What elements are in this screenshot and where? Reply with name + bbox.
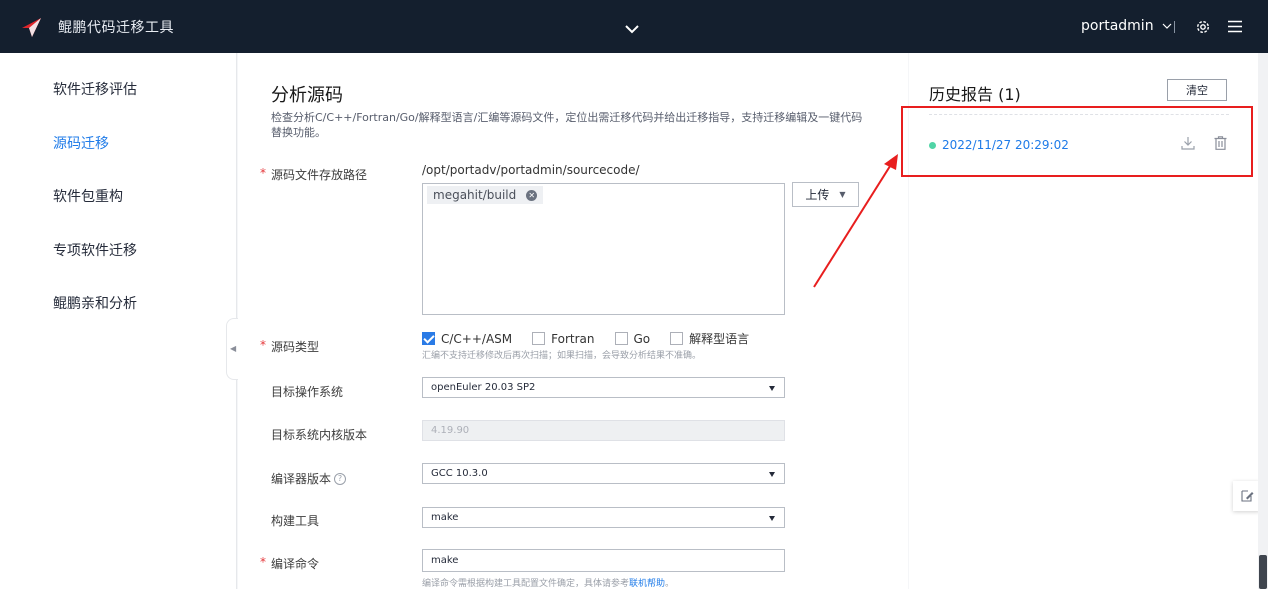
menu-icon[interactable] <box>1228 20 1242 33</box>
checkbox-label: 解释型语言 <box>689 332 750 346</box>
build-cmd-label: 编译命令 <box>271 557 320 571</box>
download-icon[interactable] <box>1181 136 1195 150</box>
build-cmd-input[interactable]: make <box>422 549 785 572</box>
select-value: openEuler 20.03 SP2 <box>431 382 536 393</box>
divider <box>929 114 1229 115</box>
history-panel: 历史报告 (1) 清空 2022/11/27 20:29:02 <box>909 53 1258 589</box>
report-item[interactable]: 2022/11/27 20:29:02 <box>929 138 1069 152</box>
sidebar-item-migration-assessment[interactable]: 软件迁移评估 <box>53 79 137 99</box>
status-dot-icon <box>929 141 936 149</box>
delete-icon[interactable] <box>1214 136 1227 150</box>
divider <box>1174 21 1175 33</box>
username: portadmin <box>1081 18 1154 34</box>
checkbox-interpreted[interactable]: 解释型语言 <box>670 330 749 347</box>
report-timestamp: 2022/11/27 20:29:02 <box>942 138 1069 152</box>
checkbox-go[interactable]: Go <box>614 331 651 346</box>
checkbox-checked-icon <box>422 332 435 345</box>
compiler-label: 编译器版本 ? <box>271 470 347 487</box>
feedback-button[interactable] <box>1233 481 1260 511</box>
user-menu[interactable]: portadmin <box>1081 18 1172 34</box>
source-type-hint: 汇编不支持迁移修改后再次扫描；如果扫描，会导致分析结果不准确。 <box>422 351 702 361</box>
logo-icon <box>22 18 41 37</box>
gear-icon[interactable] <box>1195 19 1211 35</box>
checkbox-fortran[interactable]: Fortran <box>532 331 595 346</box>
target-os-label: 目标操作系统 <box>271 385 344 399</box>
source-path-text: /opt/portadv/portadmin/sourcecode/ <box>422 163 640 177</box>
online-help-link[interactable]: 联机帮助 <box>629 579 665 589</box>
checkbox-label: C/C++/ASM <box>441 331 513 346</box>
clear-button[interactable]: 清空 <box>1167 79 1227 101</box>
checkbox-label: Fortran <box>551 331 595 346</box>
checkbox-unchecked-icon <box>670 332 684 345</box>
chevron-down-icon <box>1162 23 1172 29</box>
required-mark: * <box>260 555 266 569</box>
source-type-label: 源码类型 <box>271 340 320 354</box>
build-tool-label: 构建工具 <box>271 514 320 528</box>
select-value: make <box>431 512 459 523</box>
source-type-group: C/C++/ASM Fortran Go 解释型语言 <box>422 330 769 347</box>
caret-down-icon <box>769 516 775 521</box>
scrollbar-track[interactable] <box>1258 53 1268 589</box>
upload-button[interactable]: 上传 ▼ <box>792 182 859 207</box>
source-path-input[interactable]: megahit/build ✕ <box>422 183 785 315</box>
caret-down-icon <box>769 472 775 477</box>
input-value: make <box>431 555 459 566</box>
compiler-label-text: 编译器版本 <box>271 472 332 486</box>
kernel-label: 目标系统内核版本 <box>271 428 368 442</box>
required-mark: * <box>260 338 266 352</box>
checkbox-unchecked-icon <box>614 332 628 345</box>
target-os-select[interactable]: openEuler 20.03 SP2 <box>422 377 785 398</box>
checkbox-c-cpp-asm[interactable]: C/C++/ASM <box>422 332 512 346</box>
app-title: 鲲鹏代码迁移工具 <box>58 20 174 36</box>
upload-button-label: 上传 <box>805 188 830 202</box>
compiler-select[interactable]: GCC 10.3.0 <box>422 463 785 484</box>
sidebar: 软件迁移评估 源码迁移 软件包重构 专项软件迁移 鲲鹏亲和分析 <box>0 53 237 589</box>
caret-down-icon: ▼ <box>839 190 846 199</box>
required-mark: * <box>260 166 266 180</box>
build-cmd-hint: 编译命令需根据构建工具配置文件确定，具体请参考联机帮助。 <box>422 576 674 589</box>
main-panel: 分析源码 检查分析C/C++/Fortran/Go/解释型语言/汇编等源码文件，… <box>238 53 908 589</box>
top-bar: 鲲鹏代码迁移工具 portadmin <box>0 0 1268 53</box>
source-path-label: 源码文件存放路径 <box>271 168 368 182</box>
checkbox-unchecked-icon <box>532 332 546 345</box>
chevron-left-icon: ◀ <box>230 344 237 353</box>
select-value: GCC 10.3.0 <box>431 468 488 479</box>
path-tag-label: megahit/build <box>433 188 517 202</box>
select-value: 4.19.90 <box>431 425 470 436</box>
checkbox-label: Go <box>633 331 651 346</box>
edit-icon <box>1241 490 1254 502</box>
sidebar-collapse-handle[interactable]: ◀ <box>226 318 238 380</box>
history-title: 历史报告 (1) <box>929 85 1021 104</box>
path-tag: megahit/build ✕ <box>427 186 544 204</box>
page-title: 分析源码 <box>271 85 343 106</box>
hint-end: 。 <box>665 579 675 589</box>
page-description: 检查分析C/C++/Fortran/Go/解释型语言/汇编等源码文件，定位出需迁… <box>271 111 863 139</box>
caret-down-icon <box>769 386 775 391</box>
sidebar-item-affinity-analysis[interactable]: 鲲鹏亲和分析 <box>53 293 137 313</box>
chevron-down-icon[interactable] <box>624 24 640 34</box>
sidebar-item-package-rebuild[interactable]: 软件包重构 <box>53 186 123 206</box>
hint-text: 编译命令需根据构建工具配置文件确定，具体请参考 <box>422 579 630 589</box>
help-icon[interactable]: ? <box>334 472 347 485</box>
build-tool-select[interactable]: make <box>422 507 785 528</box>
scrollbar-thumb[interactable] <box>1259 555 1267 589</box>
sidebar-item-special-migration[interactable]: 专项软件迁移 <box>53 240 137 260</box>
sidebar-item-source-migration[interactable]: 源码迁移 <box>53 133 109 153</box>
kernel-select: 4.19.90 <box>422 420 785 441</box>
close-icon[interactable]: ✕ <box>526 189 538 201</box>
